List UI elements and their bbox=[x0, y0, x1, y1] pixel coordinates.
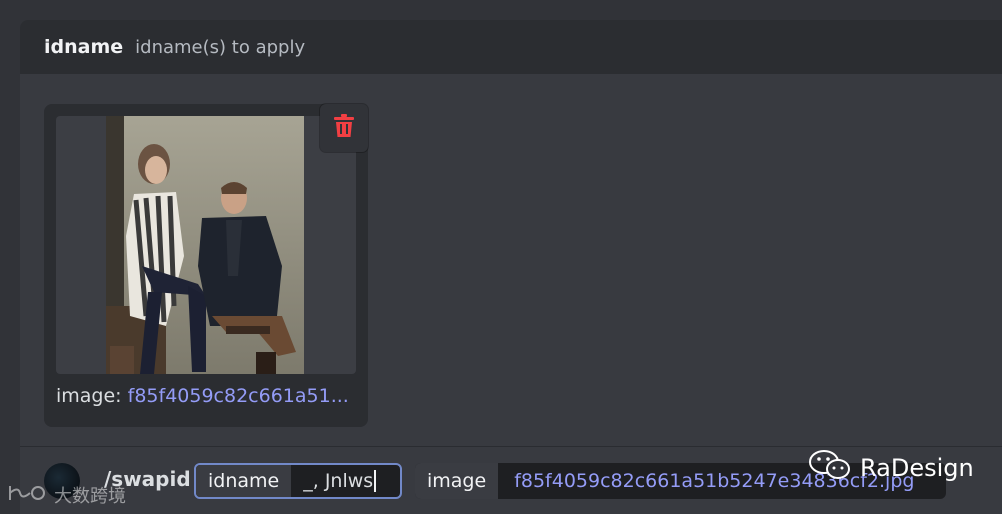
wechat-icon bbox=[808, 448, 852, 488]
caption-prefix: image: bbox=[56, 385, 122, 407]
idname-option-input[interactable]: _, Jnlws bbox=[291, 465, 382, 497]
watermark-logo-icon bbox=[8, 484, 48, 507]
attachment-image-frame bbox=[56, 116, 356, 374]
option-name: idname bbox=[44, 36, 124, 58]
watermark-right-text: RaDesign bbox=[860, 454, 974, 482]
caption-filename[interactable]: f85f4059c82c661a51... bbox=[128, 385, 349, 407]
watermark-left-text: 大数跨境 bbox=[54, 486, 126, 507]
image-option-label: image bbox=[415, 463, 499, 499]
option-description: idname(s) to apply bbox=[135, 36, 306, 58]
attachment-caption: image: f85f4059c82c661a51... bbox=[56, 385, 360, 407]
delete-attachment-button[interactable] bbox=[320, 104, 368, 152]
option-panel: idname idname(s) to apply image: f85f405… bbox=[20, 20, 1002, 514]
watermark-right: RaDesign bbox=[808, 448, 974, 488]
text-caret bbox=[374, 470, 377, 492]
option-header: idname idname(s) to apply bbox=[20, 20, 1002, 74]
watermark-left: 大数跨境 bbox=[8, 482, 126, 508]
idname-option-chip[interactable]: idname _, Jnlws bbox=[194, 463, 402, 499]
idname-value: _, Jnlws bbox=[303, 470, 374, 492]
trash-icon bbox=[333, 114, 355, 142]
attachment-photo[interactable] bbox=[106, 116, 304, 374]
attachment-card: image: f85f4059c82c661a51... bbox=[44, 104, 368, 427]
idname-option-label: idname bbox=[196, 465, 292, 497]
